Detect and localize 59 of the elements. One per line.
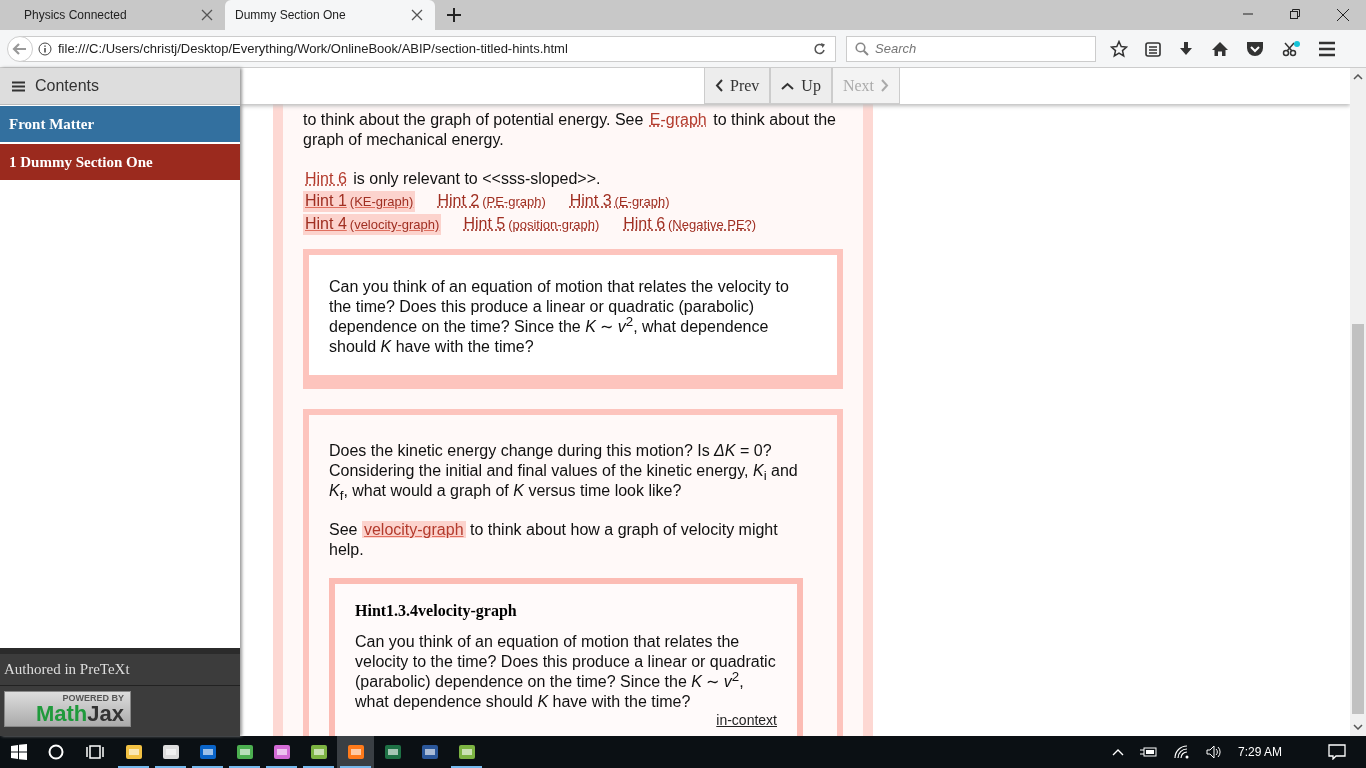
wifi-icon[interactable]: [1173, 745, 1190, 759]
nav-button[interactable]: Up: [770, 68, 832, 104]
star-icon[interactable]: [1110, 39, 1128, 58]
battery-icon[interactable]: [1139, 747, 1158, 757]
close-icon[interactable]: [411, 9, 423, 21]
browser-tab[interactable]: Dummy Section One: [225, 0, 435, 30]
toc-item[interactable]: 1 Dummy Section One: [0, 144, 240, 180]
restore-icon[interactable]: [1290, 9, 1300, 19]
hint-title: Hint1.3.4velocity-graph: [355, 602, 518, 620]
hint-text: Does the kinetic energy change during this motion? Is ΔK = 0? Considering the initial and final values of the kinetic energy, K$_{i}$ and K$_{f}$, what would a graph of K versus time look like?: [329, 441, 799, 501]
hint-link[interactable]: Hint 6 (Negative PE?): [621, 214, 759, 235]
speaker-icon[interactable]: [1205, 745, 1222, 759]
hint-link[interactable]: Hint 1 (KE-graph): [303, 191, 416, 212]
close-icon[interactable]: [201, 9, 213, 21]
list-icon[interactable]: [1145, 40, 1161, 57]
link[interactable]: Hint 6: [303, 170, 349, 187]
authored-link[interactable]: Authored in PreTeXt: [0, 654, 240, 686]
circle-icon[interactable]: [48, 744, 64, 760]
address-bar[interactable]: file:///C:/Users/christj/Desktop/Everything/Work/OnlineBook/ABIP/section-titled-hints.html: [21, 35, 836, 62]
shield-icon[interactable]: [1246, 40, 1264, 57]
download-icon[interactable]: [1178, 40, 1194, 57]
hint-link[interactable]: Hint 3 (E-graph): [567, 191, 672, 212]
chevron-right-icon: [881, 79, 889, 92]
windows-logo-icon[interactable]: [11, 744, 27, 760]
plus-icon[interactable]: [447, 8, 461, 22]
url-text: file:///C:/Users/christj/Desktop/Everything/Work/OnlineBook/ABIP/section-titled-hints.html: [58, 41, 568, 56]
clock[interactable]: 7:29 AM: [1237, 745, 1282, 759]
menu-icon[interactable]: [1318, 40, 1336, 57]
link[interactable]: E-graph: [647, 111, 709, 128]
toc-item[interactable]: Front Matter: [0, 106, 240, 142]
home-icon[interactable]: [1211, 40, 1229, 57]
hint-text: Can you think of an equation of motion that relates the velocity to the time? Does this produce a linear or quadratic (parabolic) dependence on the time? Since the K ∼ v$^{2}$, what dependence should K have with the time?: [355, 632, 777, 712]
paragraph: to think about the graph of potential energy. See E-graph to think about the graph of mechanical energy.: [303, 110, 837, 150]
search-field[interactable]: Search: [846, 35, 1096, 62]
in-context-link[interactable]: in-context: [716, 712, 777, 728]
scrollbar[interactable]: [1350, 68, 1366, 736]
reload-icon[interactable]: [813, 41, 827, 56]
hint-link[interactable]: Hint 4 (velocity-graph): [303, 214, 442, 235]
mathjax-badge[interactable]: POWERED BY MathJax: [4, 691, 131, 727]
chevron-down-icon[interactable]: [1353, 724, 1363, 730]
scissors-icon[interactable]: [1281, 39, 1301, 58]
chevron-up-icon[interactable]: [1353, 74, 1363, 80]
link[interactable]: velocity-graph: [361, 521, 466, 538]
browser-tab[interactable]: Physics Connected: [0, 0, 225, 30]
hint-link[interactable]: Hint 5 (position-graph): [461, 214, 602, 235]
hint-link[interactable]: Hint 2 (PE-graph): [435, 191, 548, 212]
chevron-left-icon: [715, 79, 723, 92]
paragraph: See velocity-graph to think about how a graph of velocity might help.: [329, 520, 779, 560]
task-view-icon[interactable]: [85, 745, 105, 759]
notification-icon[interactable]: [1328, 744, 1346, 760]
nav-button[interactable]: Prev: [704, 68, 771, 104]
paragraph: Hint 6 is only relevant to <<sss-sloped>>.: [303, 169, 602, 189]
chevron-up-icon: [781, 81, 795, 90]
hint-text: Can you think of an equation of motion that relates the velocity to the time? Does this produce a linear or quadratic (parabolic) dependence on the time? Since the K ∼ v$^{2}$, what dependence should K have with the time?: [329, 277, 790, 357]
menu-icon: [12, 80, 25, 92]
close-icon[interactable]: [1337, 9, 1349, 21]
contents-toggle[interactable]: Contents: [0, 68, 240, 105]
taskbar-app[interactable]: [337, 736, 374, 768]
info-icon[interactable]: [38, 41, 52, 56]
